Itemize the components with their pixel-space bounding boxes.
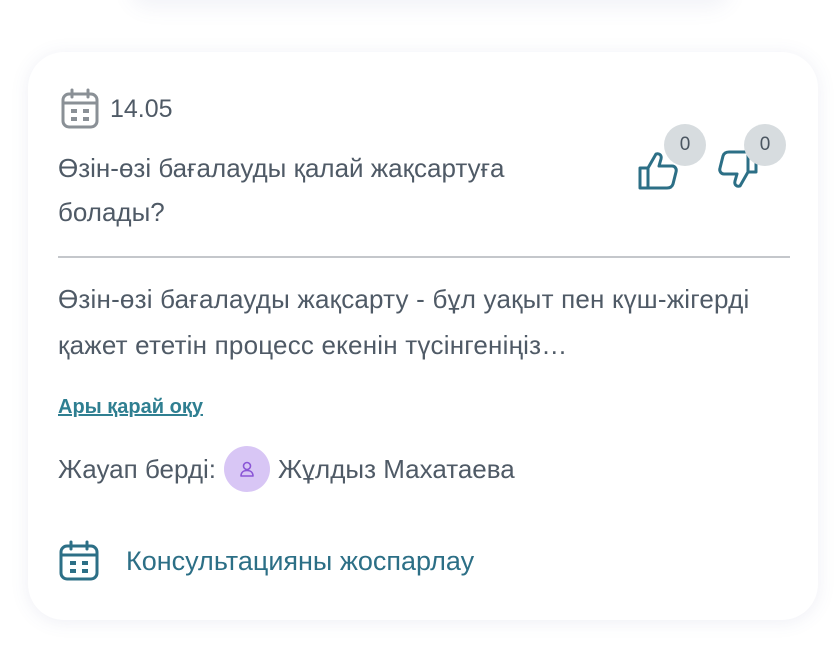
question-date: 14.05 [110,94,173,123]
dislike-button[interactable]: 0 [716,124,786,204]
calendar-icon [59,540,99,581]
read-more-link[interactable]: Ары қарай оқу [58,396,203,419]
answerer-name: Жұлдыз Махатаева [278,453,515,484]
schedule-consultation-button[interactable]: Консультацияны жоспарлау [58,540,474,582]
like-count: 0 [664,124,706,166]
answered-by-row: Жауап берді: Жұлдыз Махатаева [58,446,515,492]
calendar-icon [61,88,99,129]
schedule-consultation-label: Консультацияны жоспарлау [126,545,475,576]
question-card: 14.05 Өзін-өзі бағалауды қалай жақсартуғ… [28,52,818,620]
like-button[interactable]: 0 [636,124,706,204]
divider [58,256,790,258]
dislike-count: 0 [744,124,786,166]
avatar [224,446,271,492]
answer-preview: Өзін-өзі бағалауды жақсарту - бұл уақыт … [58,284,750,360]
question-title: Өзін-өзі бағалауды қалай жақсартуға бола… [58,153,505,227]
date-row: 14.05 [60,88,173,130]
answered-by-label: Жауап берді: [58,453,217,484]
user-icon [240,461,254,477]
